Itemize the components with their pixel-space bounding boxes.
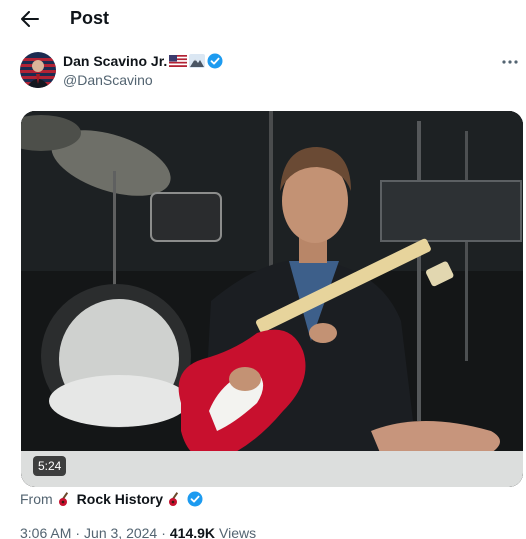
meta-separator: · <box>75 525 81 539</box>
views-label: Views <box>219 525 257 539</box>
author-name[interactable]: Dan Scavino Jr. <box>63 53 167 69</box>
more-dots-icon <box>502 60 518 64</box>
guitar-icon <box>169 492 179 506</box>
source-name[interactable]: Rock History <box>77 491 163 507</box>
mountain-icon <box>189 54 206 68</box>
page-title: Post <box>70 8 110 28</box>
back-arrow-icon <box>21 11 39 27</box>
post-author: Dan Scavino Jr. @DanScavino <box>20 52 526 92</box>
video-player[interactable]: 5:24 <box>21 111 523 487</box>
video-thumbnail <box>21 111 523 487</box>
back-button[interactable] <box>18 8 42 30</box>
post-metadata: 3:06 AM · Jun 3, 2024 · 414.9K Views <box>20 525 256 539</box>
view-count[interactable]: 414.9K <box>170 525 215 539</box>
meta-separator: · <box>161 525 166 539</box>
post-time[interactable]: 3:06 AM <box>20 525 71 539</box>
verified-badge-icon <box>207 53 223 69</box>
more-options-button[interactable] <box>500 54 520 70</box>
video-duration-badge: 5:24 <box>33 456 67 476</box>
guitar-icon <box>58 492 68 506</box>
from-label: From <box>20 491 53 507</box>
author-handle[interactable]: @DanScavino <box>63 72 153 88</box>
avatar[interactable] <box>20 52 56 88</box>
post-header: Post <box>0 0 526 40</box>
verified-badge-icon <box>187 491 203 507</box>
source-attribution: From Rock History <box>20 491 203 507</box>
us-flag-icon <box>169 55 188 67</box>
post-date[interactable]: Jun 3, 2024 <box>84 525 157 539</box>
